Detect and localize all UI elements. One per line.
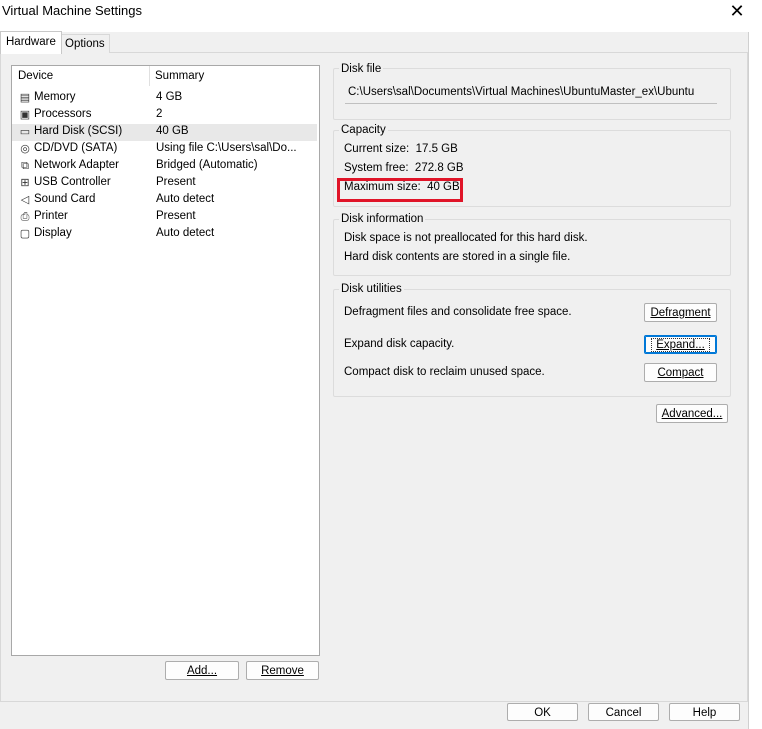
device-name: Memory xyxy=(34,91,76,103)
system-free: System free: 272.8 GB xyxy=(344,162,464,174)
device-summary: Auto detect xyxy=(156,227,215,239)
memory-icon: ▤ xyxy=(19,92,31,104)
help-button[interactable]: Help xyxy=(669,703,740,721)
device-summary: Auto detect xyxy=(156,193,215,205)
capacity-label: Capacity xyxy=(339,124,388,136)
expand-label: Expand... xyxy=(651,338,710,352)
cancel-label: Cancel xyxy=(605,707,642,719)
defragment-label: Defragment xyxy=(650,307,711,319)
disk-information-group xyxy=(333,219,731,276)
device-row-sound-card[interactable]: ◁ Sound Card Auto detect xyxy=(12,192,317,209)
device-name: Network Adapter xyxy=(34,159,120,171)
close-icon[interactable]: ✕ xyxy=(722,0,752,22)
network-adapter-icon: ⧉ xyxy=(21,160,29,172)
add-label: Add... xyxy=(186,665,218,677)
device-summary: Present xyxy=(156,176,196,188)
highlight-box xyxy=(337,178,463,202)
device-summary: 4 GB xyxy=(156,91,183,103)
device-name: Processors xyxy=(34,108,92,120)
defragment-description: Defragment files and consolidate free sp… xyxy=(344,306,572,318)
device-summary: Bridged (Automatic) xyxy=(156,159,258,171)
device-name: Display xyxy=(34,227,72,239)
sound-card-icon: ◁ xyxy=(20,194,30,206)
cd-dvd-icon: ◎ xyxy=(20,143,30,155)
disk-info-line2: Hard disk contents are stored in a singl… xyxy=(344,251,571,263)
add-device-button[interactable]: Add... xyxy=(165,661,239,680)
tab-hardware[interactable]: Hardware xyxy=(0,31,62,54)
device-summary: Using file C:\Users\sal\Do... xyxy=(156,142,297,154)
cancel-button[interactable]: Cancel xyxy=(588,703,659,721)
device-row-memory[interactable]: ▤ Memory 4 GB xyxy=(12,90,317,107)
device-row-printer[interactable]: ⎙ Printer Present xyxy=(12,209,317,226)
device-row-processors[interactable]: ▣ Processors 2 xyxy=(12,107,317,124)
device-summary: Present xyxy=(156,210,196,222)
column-device[interactable]: Device xyxy=(18,70,53,82)
column-divider xyxy=(149,66,150,86)
device-name: Sound Card xyxy=(34,193,96,205)
compact-label: Compact xyxy=(657,367,704,379)
device-row-cd-dvd[interactable]: ◎ CD/DVD (SATA) Using file C:\Users\sal\… xyxy=(12,141,317,158)
column-summary[interactable]: Summary xyxy=(155,70,204,82)
device-name: Hard Disk (SCSI) xyxy=(34,125,123,137)
compact-button[interactable]: Compact xyxy=(644,363,717,382)
device-name: CD/DVD (SATA) xyxy=(34,142,118,154)
expand-description: Expand disk capacity. xyxy=(344,338,455,350)
tab-options[interactable]: Options xyxy=(60,34,110,53)
remove-label: Remove xyxy=(261,665,304,677)
expand-button[interactable]: Expand... xyxy=(644,335,717,354)
display-icon: ▢ xyxy=(19,228,31,240)
help-label: Help xyxy=(692,707,717,719)
device-name: Printer xyxy=(34,210,68,222)
disk-utilities-label: Disk utilities xyxy=(339,283,404,295)
disk-file-label: Disk file xyxy=(339,63,384,75)
disk-info-line1: Disk space is not preallocated for this … xyxy=(344,232,588,244)
processor-icon: ▣ xyxy=(19,109,31,121)
hard-disk-icon: ▭ xyxy=(19,126,31,138)
device-row-display[interactable]: ▢ Display Auto detect xyxy=(12,226,317,243)
compact-description: Compact disk to reclaim unused space. xyxy=(344,366,545,378)
device-name: USB Controller xyxy=(34,176,111,188)
device-row-usb-controller[interactable]: ⊞ USB Controller Present xyxy=(12,175,317,192)
advanced-button[interactable]: Advanced... xyxy=(656,404,728,423)
ok-button[interactable]: OK xyxy=(507,703,578,721)
advanced-label: Advanced... xyxy=(661,408,723,420)
ok-label: OK xyxy=(534,707,551,719)
usb-icon: ⊞ xyxy=(20,177,30,189)
disk-information-label: Disk information xyxy=(339,213,426,225)
device-summary: 2 xyxy=(156,108,163,120)
device-row-hard-disk[interactable]: ▭ Hard Disk (SCSI) 40 GB xyxy=(12,124,317,141)
device-summary: 40 GB xyxy=(156,125,189,137)
disk-file-path-field[interactable]: C:\Users\sal\Documents\Virtual Machines\… xyxy=(345,82,717,104)
device-row-network-adapter[interactable]: ⧉ Network Adapter Bridged (Automatic) xyxy=(12,158,317,175)
current-size: Current size: 17.5 GB xyxy=(344,143,458,155)
defragment-button[interactable]: Defragment xyxy=(644,303,717,322)
remove-device-button[interactable]: Remove xyxy=(246,661,319,680)
window-title: Virtual Machine Settings xyxy=(2,3,142,18)
printer-icon: ⎙ xyxy=(20,211,30,223)
device-list-header: Device Summary xyxy=(11,66,318,86)
